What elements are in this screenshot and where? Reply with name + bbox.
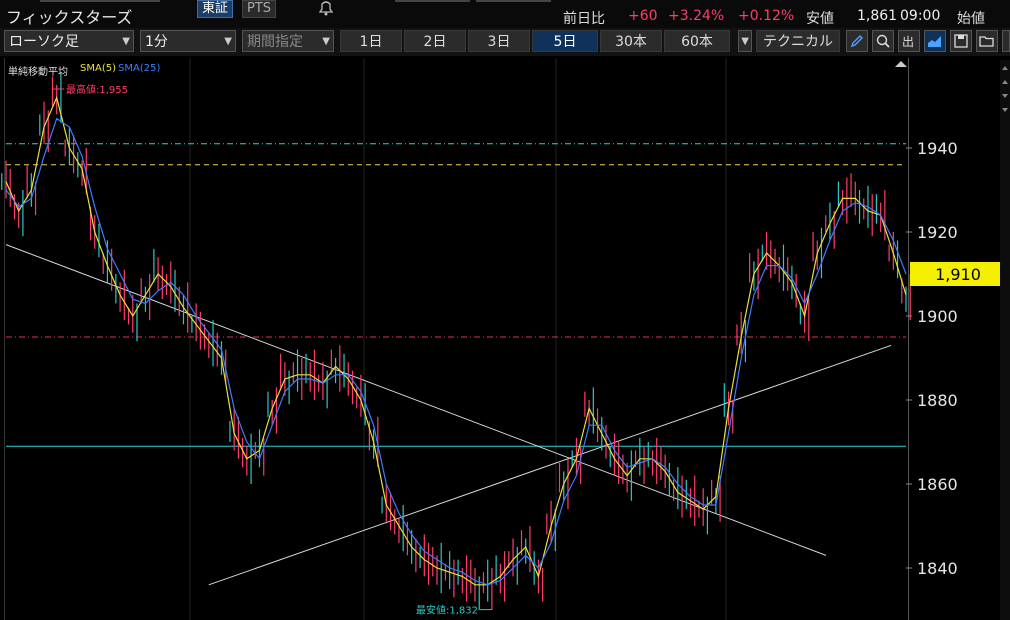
range-tab-60bars[interactable]: 60本: [664, 30, 730, 52]
period-select[interactable]: 期間指定 ▼: [242, 30, 334, 52]
range-tab-2d[interactable]: 2日: [404, 30, 466, 52]
area-chart-button[interactable]: [924, 30, 946, 52]
range-tab-5d[interactable]: 5日: [532, 30, 598, 52]
quote-time: 09:00: [900, 8, 941, 24]
chevron-down-icon: ▼: [224, 36, 232, 47]
y-tick-label: 1880: [917, 391, 958, 410]
tab-pts[interactable]: PTS: [242, 0, 277, 18]
window-edge: [395, 0, 470, 2]
low-label: 安値: [806, 11, 834, 27]
interval-select[interactable]: 1分 ▼: [140, 30, 236, 52]
toolbar-overflow-button[interactable]: [1002, 30, 1010, 52]
high-label: 最高値:1,955: [66, 83, 128, 96]
y-tick-label: 1940: [917, 139, 958, 158]
price-tag-label: 1,910: [935, 265, 981, 284]
draw-pen-button[interactable]: [846, 30, 868, 52]
sma5-label: SMA(5): [80, 63, 116, 74]
y-tick-label: 1860: [917, 475, 958, 494]
range-tab-1d[interactable]: 1日: [340, 30, 402, 52]
low-value: 1,861: [857, 8, 898, 24]
sma-lines: [5, 95, 907, 586]
area-chart-icon: [928, 36, 941, 47]
chevron-down-icon: ▼: [122, 36, 130, 47]
scroll-up-arrow-icon: [895, 61, 907, 67]
technical-button[interactable]: テクニカル: [756, 30, 840, 52]
y-tick-label: 1900: [917, 307, 958, 326]
change-percent: +3.24%: [668, 8, 725, 24]
save-icon: [954, 34, 968, 48]
change-value: +60: [628, 8, 658, 24]
folder-icon: [979, 36, 994, 47]
stock-name: フィックスターズ: [6, 8, 133, 27]
price-chart[interactable]: 1840 1860 1880 1900 1920 1940 1,910 最高値:1,955 最…: [0, 58, 1010, 620]
open-folder-button[interactable]: [976, 30, 998, 52]
chevron-down-icon: ▼: [322, 36, 330, 47]
zoom-button[interactable]: [872, 30, 894, 52]
scroll-arrows-icon: [1002, 66, 1008, 112]
chevron-down-icon: ▼: [741, 36, 749, 47]
chart-type-select[interactable]: ローソク足 ▼: [4, 30, 134, 52]
svg-text:出: 出: [902, 35, 914, 49]
trendline: [208, 344, 892, 586]
header-bar: フィックスターズ 東証 PTS 前日比 +60 +3.24% +0.12% 安値…: [0, 0, 1010, 28]
window-edge: [40, 0, 160, 2]
pen-icon: [850, 35, 863, 48]
magnifier-icon: [876, 34, 890, 48]
sma25-label: SMA(25): [118, 63, 161, 74]
y-axis: 1840 1860 1880 1900 1920 1940: [906, 139, 958, 578]
change-label: 前日比: [563, 11, 605, 27]
right-scrollbar[interactable]: [1000, 60, 1010, 620]
range-tab-30bars[interactable]: 30本: [600, 30, 662, 52]
price-annotations: 1,910 最高値:1,955 最安値:1,832: [52, 83, 1006, 617]
candles: [1, 72, 911, 610]
chart-toolbar: ローソク足 ▼ 1分 ▼ 期間指定 ▼ 1日 2日 3日 5日 30本 60本 …: [0, 28, 1010, 56]
output-button[interactable]: 出: [898, 30, 920, 52]
y-tick-label: 1840: [917, 559, 958, 578]
chart-grid: [189, 58, 727, 620]
sub-percent: +0.12%: [738, 8, 795, 24]
sma25-line: [5, 117, 907, 586]
period-value: 期間指定: [247, 34, 303, 50]
interval-value: 1分: [145, 34, 168, 50]
range-tab-3d[interactable]: 3日: [468, 30, 530, 52]
alert-bell-icon[interactable]: [314, 0, 338, 16]
y-tick-label: 1920: [917, 223, 958, 242]
window-edge: [476, 0, 551, 2]
indicator-title: 単純移動平均: [8, 67, 68, 78]
low-label: 最安値:1,832: [416, 604, 478, 617]
output-icon: 出: [902, 35, 914, 49]
save-button[interactable]: [950, 30, 972, 52]
chart-type-value: ローソク足: [9, 34, 79, 50]
sma5-line: [5, 95, 907, 586]
tab-tse[interactable]: 東証: [197, 0, 234, 18]
open-label: 始値: [957, 11, 985, 27]
range-more-select[interactable]: ▼: [738, 30, 752, 52]
